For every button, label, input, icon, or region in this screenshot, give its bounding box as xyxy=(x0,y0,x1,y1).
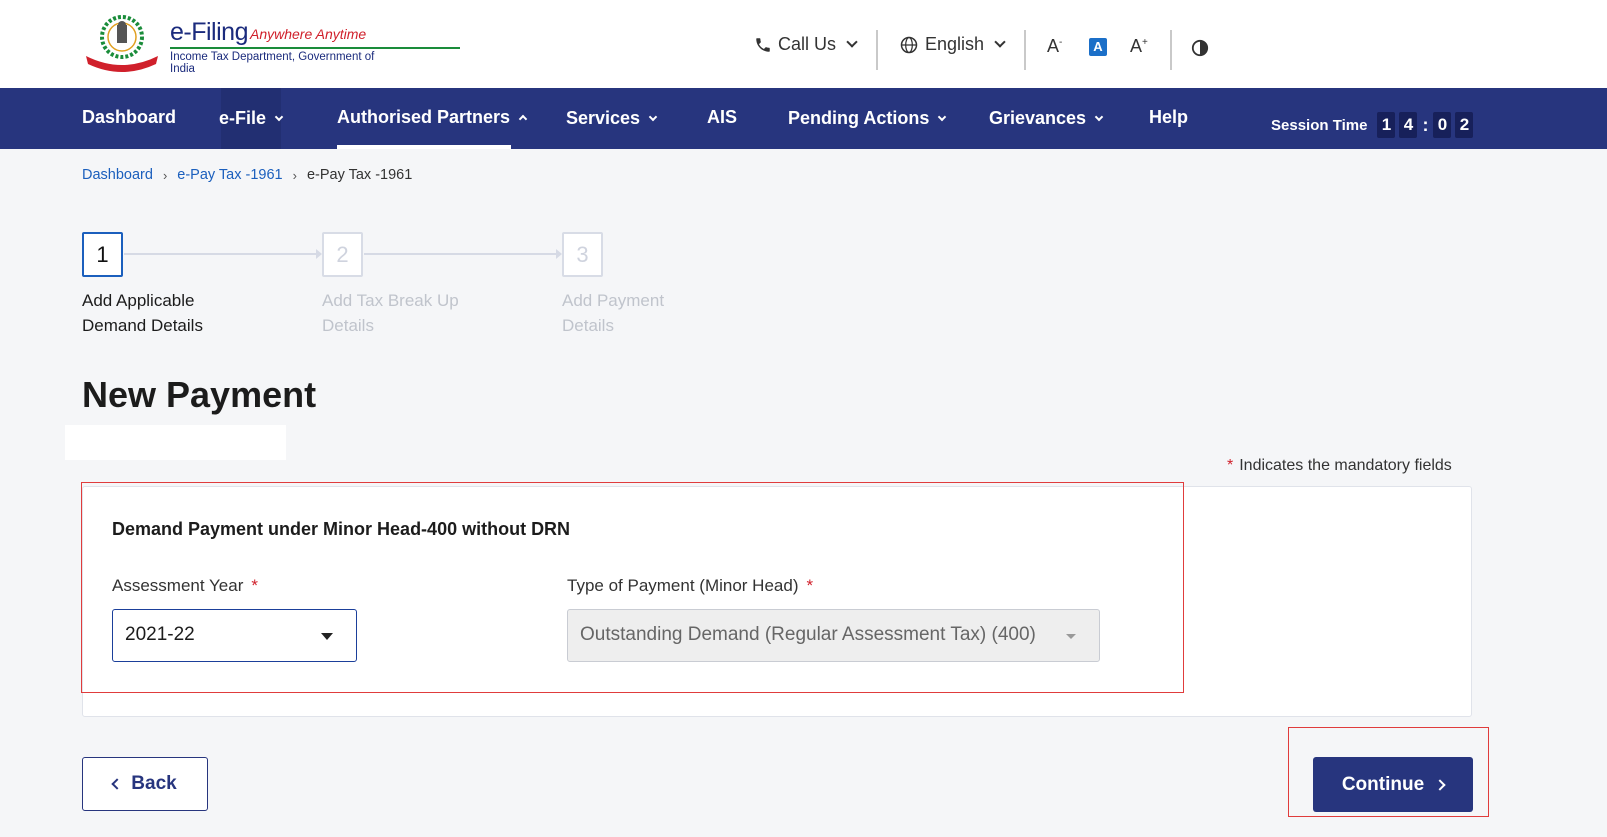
nav-grievances[interactable]: Grievances xyxy=(989,108,1104,129)
contrast-icon[interactable] xyxy=(1191,39,1209,57)
step-1-indicator: 1 xyxy=(82,232,123,277)
required-star: * xyxy=(251,576,258,595)
payment-type-value: Outstanding Demand (Regular Assessment T… xyxy=(580,624,1036,645)
back-button-label: Back xyxy=(131,773,177,794)
session-digit: 1 xyxy=(1377,112,1396,138)
required-star: * xyxy=(806,576,814,595)
font-increase-label: A xyxy=(1130,36,1143,56)
mandatory-note-text: Indicates the mandatory fields xyxy=(1239,457,1452,474)
nav-services[interactable]: Services xyxy=(566,108,658,129)
nav-grievances-label: Grievances xyxy=(989,108,1087,128)
assessment-year-label: Assessment Year * xyxy=(112,576,258,596)
globe-icon xyxy=(900,36,918,53)
chevron-left-icon xyxy=(111,778,123,790)
card-heading: Demand Payment under Minor Head-400 with… xyxy=(112,519,571,539)
step-3-label-line2: Details xyxy=(562,316,614,335)
nav-services-label: Services xyxy=(566,108,641,128)
phone-icon xyxy=(756,37,770,52)
step-2-label: Add Tax Break Up Details xyxy=(322,288,502,338)
assessment-year-label-text: Assessment Year xyxy=(112,576,244,595)
chevron-down-icon xyxy=(274,112,284,121)
step-1-label-line1: Add Applicable xyxy=(82,291,195,310)
mandatory-note: * Indicates the mandatory fields xyxy=(1227,457,1452,475)
assessment-year-select[interactable]: 2021-22 xyxy=(112,609,357,662)
top-header: e-Filing Anywhere Anytime Income Tax Dep… xyxy=(0,0,1607,88)
nav-ais[interactable]: AIS xyxy=(707,107,737,128)
chevron-down-icon xyxy=(846,36,858,48)
nav-ais-label: AIS xyxy=(707,107,738,127)
nav-active-underline xyxy=(337,145,511,149)
font-default-label: A xyxy=(1093,39,1103,54)
call-us-label: Call Us xyxy=(778,34,837,54)
logo-tagline: Anywhere Anytime xyxy=(250,26,367,42)
call-us-menu[interactable]: Call Us xyxy=(754,34,858,55)
payment-type-label: Type of Payment (Minor Head) * xyxy=(567,576,813,596)
step-3-label: Add Payment Details xyxy=(562,288,742,338)
nav-help[interactable]: Help xyxy=(1149,107,1188,128)
nav-efile-label: e-File xyxy=(219,108,267,128)
dropdown-arrow-icon xyxy=(1066,634,1076,639)
session-timer: Session Time 1 4 : 0 2 xyxy=(1271,112,1474,138)
nav-authorised-partners[interactable]: Authorised Partners xyxy=(337,107,528,128)
blank-area xyxy=(65,425,286,460)
chevron-right-icon xyxy=(1434,778,1446,791)
breadcrumb: Dashboard › e-Pay Tax -1961 › e-Pay Tax … xyxy=(82,167,412,183)
session-digit: 2 xyxy=(1455,112,1474,138)
back-button[interactable]: Back xyxy=(82,757,208,811)
session-digit: 4 xyxy=(1399,112,1418,138)
nav-pending-actions[interactable]: Pending Actions xyxy=(788,108,947,129)
breadcrumb-current: e-Pay Tax -1961 xyxy=(306,167,413,183)
chevron-down-icon xyxy=(938,112,947,121)
font-default-button[interactable]: A xyxy=(1089,38,1107,56)
step-3-indicator: 3 xyxy=(562,232,603,277)
dropdown-arrow-icon xyxy=(321,633,333,640)
chevron-right-icon: › xyxy=(162,167,168,183)
nav-dashboard-label: Dashboard xyxy=(82,107,177,127)
session-digit: 0 xyxy=(1433,112,1452,138)
step-connector xyxy=(364,253,556,255)
breadcrumb-dashboard[interactable]: Dashboard xyxy=(82,167,153,183)
font-decrease-button[interactable]: A- xyxy=(1047,36,1062,57)
language-selector[interactable]: English xyxy=(899,34,1006,55)
emblem-icon xyxy=(86,15,158,72)
language-label: English xyxy=(925,34,985,54)
header-divider xyxy=(876,30,878,70)
nav-pending-actions-label: Pending Actions xyxy=(788,108,930,128)
payment-type-label-text: Type of Payment (Minor Head) xyxy=(567,576,799,595)
step-1-label-line2: Demand Details xyxy=(82,316,203,335)
chevron-down-icon xyxy=(994,36,1006,48)
session-colon: : xyxy=(1422,114,1429,135)
payment-type-select[interactable]: Outstanding Demand (Regular Assessment T… xyxy=(567,609,1100,662)
continue-button[interactable]: Continue xyxy=(1313,757,1473,812)
breadcrumb-epay-tax[interactable]: e-Pay Tax -1961 xyxy=(177,167,282,183)
header-divider xyxy=(1024,30,1026,70)
nav-help-label: Help xyxy=(1149,107,1189,127)
step-2-label-line1: Add Tax Break Up xyxy=(322,291,459,310)
step-2-label-line2: Details xyxy=(322,316,374,335)
nav-authorised-partners-label: Authorised Partners xyxy=(337,107,511,127)
header-divider xyxy=(1170,30,1172,70)
session-label: Session Time xyxy=(1271,116,1368,134)
step-2-indicator: 2 xyxy=(322,232,363,277)
chevron-down-icon xyxy=(648,112,658,121)
assessment-year-value: 2021-22 xyxy=(125,624,195,645)
logo-divider xyxy=(170,47,460,49)
continue-button-label: Continue xyxy=(1341,773,1425,795)
chevron-down-icon xyxy=(1094,112,1104,121)
nav-dashboard[interactable]: Dashboard xyxy=(82,107,176,128)
step-connector xyxy=(124,253,316,255)
font-decrease-label: A xyxy=(1047,36,1060,56)
logo-subtitle: Income Tax Department, Government of Ind… xyxy=(170,51,375,75)
efiling-logo[interactable]: e-Filing Anywhere Anytime Income Tax Dep… xyxy=(82,12,460,76)
chevron-up-icon xyxy=(518,114,528,124)
required-star: * xyxy=(1227,457,1234,474)
nav-efile[interactable]: e-File xyxy=(219,108,284,129)
logo-title: e-Filing xyxy=(170,18,248,46)
step-1-label: Add Applicable Demand Details xyxy=(82,288,262,338)
chevron-right-icon: › xyxy=(292,167,297,183)
main-navigation: Dashboard e-File Authorised Partners Ser… xyxy=(0,88,1607,149)
step-3-label-line1: Add Payment xyxy=(562,291,665,310)
page-title: New Payment xyxy=(82,374,317,415)
font-increase-button[interactable]: A+ xyxy=(1130,36,1148,57)
